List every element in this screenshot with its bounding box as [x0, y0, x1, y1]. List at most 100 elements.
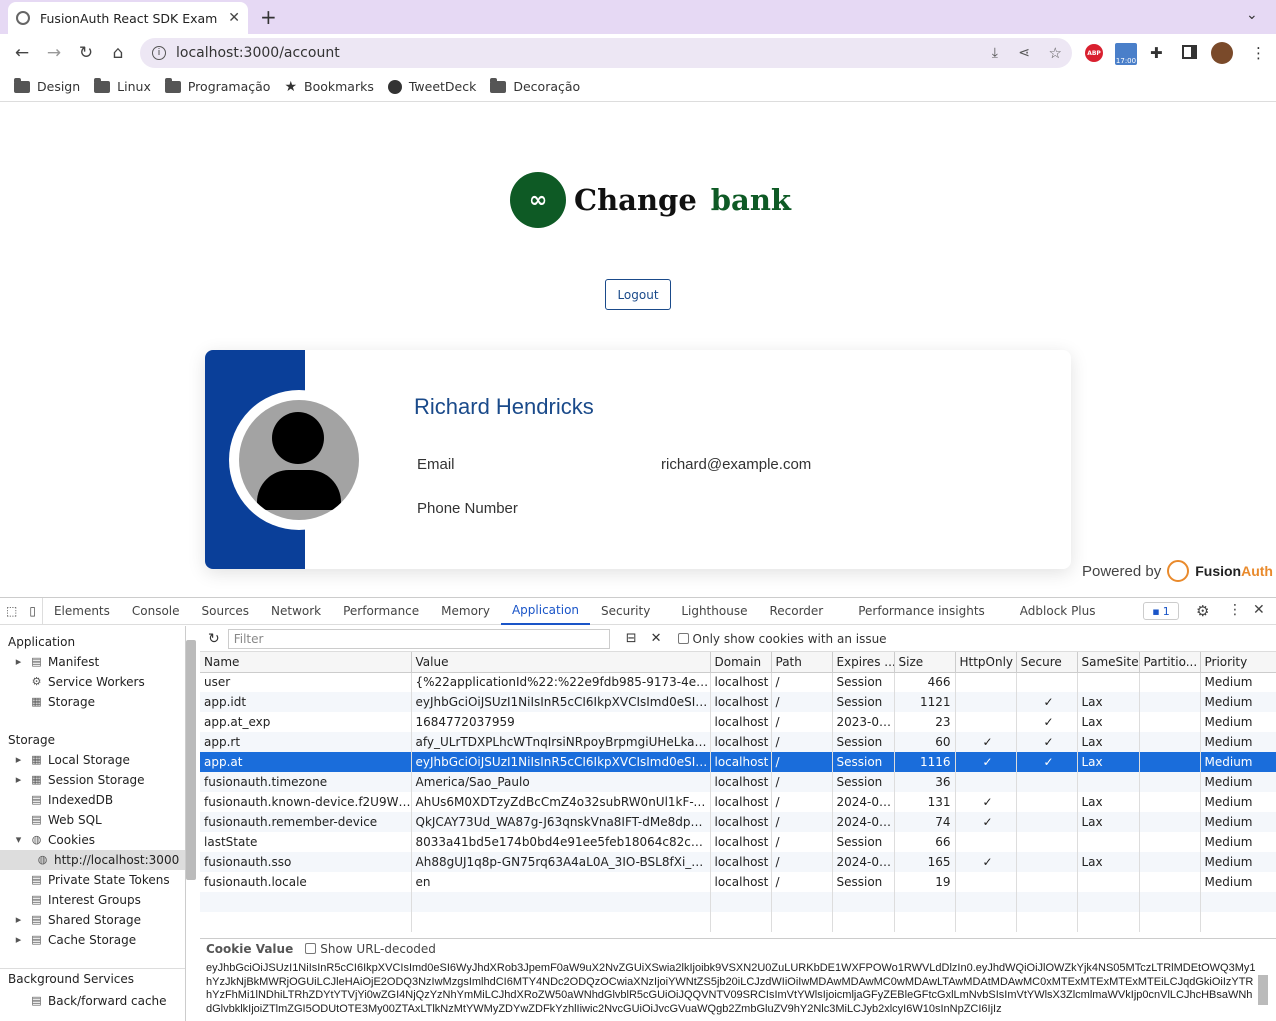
- tab-recorder[interactable]: Recorder: [758, 598, 834, 625]
- table-row[interactable]: app.at eyJhbGciOiJSUzI1NiIsInR5cCI6IkpXVC…: [200, 752, 1276, 772]
- tab-memory[interactable]: Memory: [430, 598, 501, 625]
- column-value[interactable]: Value: [411, 652, 711, 673]
- table-row[interactable]: fusionauth.sso Ah88gUJ1q8p-GN75rq63A4aL0A…: [200, 852, 1276, 872]
- install-icon[interactable]: ⤓: [992, 45, 998, 61]
- column-domain[interactable]: Domain: [710, 652, 772, 673]
- profile-avatar[interactable]: [1211, 42, 1233, 64]
- sidebar-item-indexeddb[interactable]: ▤ IndexedDB: [0, 790, 185, 810]
- tab-elements[interactable]: Elements: [43, 598, 121, 625]
- column-priority[interactable]: Priority: [1200, 652, 1276, 673]
- sidebar-item-back-forward-cache[interactable]: ▤ Back/forward cache: [0, 991, 185, 1011]
- table-row[interactable]: user {%22applicationId%22:%22e9fdb985-917…: [200, 672, 1276, 692]
- table-cell: Ah88gUJ1q8p-GN75rq63A4aL0A_3IO-BSL8fXi_7…: [411, 852, 711, 872]
- sidebar-item-web-sql[interactable]: ▤ Web SQL: [0, 810, 185, 830]
- clock-extension-icon[interactable]: 17:00: [1115, 43, 1137, 65]
- sidebar-item-cookies[interactable]: ▾ ◍ Cookies: [0, 830, 185, 850]
- address-bar[interactable]: i localhost:3000/account ⤓ ⋖ ☆: [140, 38, 1072, 68]
- tab-performance[interactable]: Performance: [332, 598, 430, 625]
- only-issues-checkbox[interactable]: [677, 633, 689, 644]
- site-info-icon[interactable]: i: [152, 46, 166, 60]
- table-row[interactable]: fusionauth.known-device.f2U9WE... AhUs6M0…: [200, 792, 1276, 812]
- table-cell: [1016, 852, 1078, 872]
- table-cell: [1139, 792, 1201, 812]
- sidebar-item-shared-storage[interactable]: ▸ ▤ Shared Storage: [0, 910, 185, 930]
- sidebar-scrollbar[interactable]: [186, 640, 196, 880]
- browser-menu-icon[interactable]: ⋮: [1251, 44, 1266, 62]
- column-samesite[interactable]: SameSite: [1077, 652, 1140, 673]
- sidebar-item-local-storage[interactable]: ▸ ▦ Local Storage: [0, 750, 185, 770]
- tab-adblock-plus[interactable]: Adblock Plus: [996, 598, 1107, 625]
- tab-network[interactable]: Network: [260, 598, 332, 625]
- bookmark-decoracao[interactable]: Decoração: [490, 77, 580, 94]
- close-tab-icon[interactable]: ✕: [228, 10, 240, 26]
- table-cell: eyJhbGciOiJSUzI1NiIsInR5cCI6IkpXVCIsImd0…: [411, 692, 711, 712]
- column-size[interactable]: Size: [894, 652, 956, 673]
- close-devtools-icon[interactable]: ✕: [1253, 602, 1265, 618]
- cookie-value-scrollbar[interactable]: [1258, 975, 1268, 1005]
- reload-icon[interactable]: ↻: [70, 37, 102, 69]
- column-httponly[interactable]: HttpOnly: [955, 652, 1017, 673]
- column-expires[interactable]: Expires ...: [832, 652, 895, 673]
- bookmark-programacao[interactable]: Programação: [164, 77, 270, 94]
- column-name[interactable]: Name: [200, 652, 412, 673]
- delete-all-icon[interactable]: ✕: [651, 631, 662, 646]
- column-secure[interactable]: Secure: [1016, 652, 1078, 673]
- table-cell: [1016, 832, 1078, 852]
- tab-application[interactable]: Application: [500, 598, 591, 625]
- table-row[interactable]: app.idt eyJhbGciOiJSUzI1NiIsInR5cCI6IkpXV…: [200, 692, 1276, 712]
- refresh-icon[interactable]: ↻: [208, 631, 220, 647]
- home-icon[interactable]: ⌂: [102, 37, 134, 69]
- sidebar-item-session-storage[interactable]: ▸ ▦ Session Storage: [0, 770, 185, 790]
- sidebar-item-cookie-origin[interactable]: ◍ http://localhost:3000: [0, 850, 185, 870]
- filter-input[interactable]: Filter: [227, 628, 610, 649]
- tab-sources[interactable]: Sources: [191, 598, 260, 625]
- column-partition[interactable]: Partitio...: [1139, 652, 1201, 673]
- sidebar-item-cache-storage[interactable]: ▸ ▤ Cache Storage: [0, 930, 185, 950]
- share-icon[interactable]: ⋖: [1018, 45, 1030, 61]
- settings-gear-icon[interactable]: ⚙: [1196, 602, 1209, 620]
- tab-security[interactable]: Security: [590, 598, 661, 625]
- adblock-extension-icon[interactable]: ABP: [1085, 44, 1103, 62]
- extensions-puzzle-icon[interactable]: ✚: [1150, 44, 1163, 62]
- browser-tab[interactable]: FusionAuth React SDK Example ✕: [8, 2, 248, 34]
- logout-button[interactable]: Logout: [605, 279, 671, 310]
- sidebar-item-storage[interactable]: ▦ Storage: [0, 692, 185, 712]
- issues-badge[interactable]: ▪ 1: [1143, 602, 1179, 620]
- sidebar-item-manifest[interactable]: ▸ ▤ Manifest: [0, 652, 185, 672]
- table-row[interactable]: fusionauth.remember-device QkJCAY73Ud_WA8…: [200, 812, 1276, 832]
- forward-icon[interactable]: →: [38, 37, 70, 69]
- email-value: richard@example.com: [661, 456, 812, 473]
- side-panel-icon[interactable]: [1182, 45, 1197, 59]
- new-tab-icon[interactable]: +: [260, 5, 277, 29]
- sidebar-item-private-state-tokens[interactable]: ▤ Private State Tokens: [0, 870, 185, 890]
- user-avatar: [229, 390, 369, 530]
- show-decoded-checkbox[interactable]: [305, 943, 317, 954]
- cookie-value-text[interactable]: eyJhbGciOiJSUzI1NiIsInR5cCI6IkpXVCIsImd0…: [206, 962, 1256, 1021]
- inspect-element-icon[interactable]: ⬚: [0, 598, 23, 625]
- clear-filtered-icon[interactable]: ⊟: [626, 631, 637, 646]
- tab-search-chevron-icon[interactable]: ⌄: [1246, 7, 1258, 23]
- bookmark-tweetdeck[interactable]: TweetDeck: [387, 79, 476, 94]
- devtools-menu-icon[interactable]: ⋮: [1228, 602, 1242, 618]
- bookmark-linux[interactable]: Linux: [94, 77, 151, 94]
- back-icon[interactable]: ←: [6, 37, 38, 69]
- bookmark-bookmarks[interactable]: ★ Bookmarks: [284, 79, 373, 95]
- tab-lighthouse[interactable]: Lighthouse: [661, 598, 758, 625]
- table-row[interactable]: fusionauth.locale en localhost / Session 19 Me…: [200, 872, 1276, 892]
- table-cell: ✓: [955, 792, 1017, 812]
- bookmark-star-icon[interactable]: ☆: [1049, 44, 1062, 62]
- tab-performance-insights[interactable]: Performance insights: [834, 598, 996, 625]
- device-toolbar-icon[interactable]: ▯: [23, 597, 43, 625]
- table-cell: [1139, 812, 1201, 832]
- table-row[interactable]: app.at_exp 1684772037959 localhost/2023-05…: [200, 712, 1276, 732]
- table-row[interactable]: lastState 8033a41bd5e174b0bd4e91ee5feb180…: [200, 832, 1276, 852]
- tab-console[interactable]: Console: [121, 598, 191, 625]
- sidebar-item-service-workers[interactable]: ⚙ Service Workers: [0, 672, 185, 692]
- table-cell: /: [771, 872, 833, 892]
- table-row[interactable]: fusionauth.timezone America/Sao_Paulo loca…: [200, 772, 1276, 792]
- table-cell: app.idt: [200, 692, 412, 712]
- bookmark-design[interactable]: Design: [14, 77, 80, 94]
- sidebar-item-interest-groups[interactable]: ▤ Interest Groups: [0, 890, 185, 910]
- column-path[interactable]: Path: [771, 652, 833, 673]
- table-row[interactable]: app.rt afy_ULrTDXPLhcWTnqIrsiNRpoyBrpmgiU…: [200, 732, 1276, 752]
